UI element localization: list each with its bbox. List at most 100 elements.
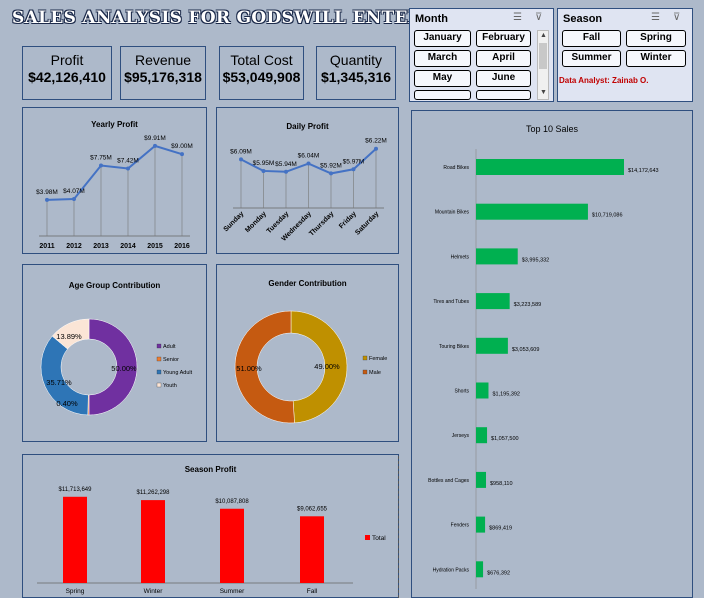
slicer-scrollbar[interactable]: ▲ ▼ — [537, 30, 549, 100]
legend-swatch — [156, 382, 162, 388]
data-label: $3,053,609 — [512, 347, 540, 353]
data-label: $6.22M — [365, 138, 387, 145]
tick-label: Fenders — [451, 523, 470, 529]
data-label: $10,719,086 — [592, 213, 623, 219]
multi-select-icon[interactable]: ☰ — [651, 12, 660, 23]
data-point — [284, 169, 288, 174]
slicer-item-partial[interactable] — [476, 90, 531, 100]
data-point — [351, 167, 356, 172]
data-label: $11,713,649 — [59, 487, 93, 493]
data-point — [72, 197, 76, 201]
legend-label: Young Adult — [163, 370, 193, 376]
legend-swatch — [362, 355, 368, 361]
data-label: $5.97M — [343, 158, 365, 165]
bar — [476, 337, 508, 354]
kpi-label: Revenue — [134, 52, 192, 68]
slicer-item-january[interactable]: January — [414, 30, 471, 47]
kpi-card-total-cost: Total Cost $53,049,908 — [219, 46, 304, 100]
kpi-label: Quantity — [329, 52, 383, 68]
legend-label: Total — [372, 535, 386, 542]
tick-label: Road Bikes — [443, 165, 469, 171]
slicer-item-winter[interactable]: Winter — [626, 50, 686, 67]
tick-label: Mountain Bikes — [435, 210, 470, 216]
data-point — [239, 157, 243, 162]
kpi-value: $1,345,316 — [320, 69, 392, 85]
slicer-item-spring[interactable]: Spring — [626, 30, 686, 47]
data-point — [99, 163, 103, 168]
multi-select-icon[interactable]: ☰ — [513, 12, 522, 23]
data-label: $6.04M — [298, 153, 320, 160]
divider — [398, 456, 399, 598]
tick-label: Shorts — [455, 389, 470, 395]
season-profit-panel: Season Profit $11,713,649 Spring $11,262,2… — [22, 454, 399, 598]
data-label: $676,392 — [487, 570, 510, 576]
tick-label: 2016 — [174, 243, 190, 250]
data-label: $1,057,500 — [491, 436, 519, 442]
data-label: $9.00M — [171, 143, 193, 150]
bar — [141, 500, 165, 583]
data-label: 50.00% — [111, 364, 137, 373]
tick-label: Fall — [307, 588, 318, 595]
slicer-item-april[interactable]: April — [476, 50, 531, 67]
data-label: $3.98M — [36, 189, 58, 196]
bar — [476, 561, 484, 578]
kpi-value: $42,126,410 — [28, 69, 106, 85]
slicer-item-march[interactable]: March — [414, 50, 471, 67]
data-point — [126, 166, 130, 171]
dashboard-title: SALES ANALYSIS FOR GODSWILL ENTERPRISE — [12, 8, 484, 28]
tick-label: Touring Bikes — [439, 344, 470, 350]
data-label: $6.09M — [230, 148, 252, 155]
yearly-profit-chart: $3.98M 2011 $4.07M 2012 $7.75M 2013 $7.42M 2014… — [36, 135, 193, 250]
bar — [476, 427, 488, 444]
data-point — [153, 143, 157, 148]
tick-label: Summer — [220, 588, 245, 595]
bar — [476, 248, 518, 265]
tick-label: 2013 — [93, 243, 109, 250]
data-label: $869,419 — [489, 526, 512, 532]
clear-filter-icon[interactable]: ⊽ — [673, 12, 680, 23]
bar — [220, 508, 244, 583]
slicer-item-may[interactable]: May — [414, 70, 471, 87]
gender-panel: Gender Contribution 49.00% 51.00% Female Ma… — [216, 264, 399, 442]
slicer-item-february[interactable]: February — [476, 30, 531, 47]
tick-label: 2011 — [39, 243, 54, 250]
legend-label: Male — [369, 370, 381, 376]
data-label: $14,172,643 — [628, 168, 659, 174]
tick-label: 2015 — [147, 243, 163, 250]
bar — [476, 471, 487, 488]
slicer-item-june[interactable]: June — [476, 70, 531, 87]
tick-label: Monday — [244, 210, 268, 234]
slicer-item-summer[interactable]: Summer — [562, 50, 621, 67]
bar — [476, 382, 489, 399]
clear-filter-icon[interactable]: ⊽ — [535, 12, 542, 23]
tick-label: Helmets — [451, 254, 470, 260]
tick-label: Winter — [144, 588, 164, 595]
top10-sales-chart: Road Bikes $14,172,643 Mountain Bikes $10,7… — [428, 149, 659, 589]
gender-chart: 49.00% 51.00% Female Male — [234, 310, 387, 424]
scroll-up-icon[interactable]: ▲ — [540, 32, 547, 39]
legend-label: Female — [369, 356, 387, 362]
slicer-item-partial[interactable] — [414, 90, 471, 100]
scroll-thumb[interactable] — [539, 43, 547, 69]
tick-label: Sunday — [223, 210, 246, 233]
bar — [476, 293, 510, 310]
tick-label: Saturday — [354, 210, 380, 236]
scroll-down-icon[interactable]: ▼ — [540, 89, 547, 96]
daily-profit-chart: $6.09MSunday$5.95MMonday$5.94MTuesday$6.… — [223, 138, 387, 243]
kpi-label: Total Cost — [230, 52, 293, 68]
legend-label: Adult — [163, 344, 176, 350]
data-point — [45, 197, 49, 202]
month-slicer: Month ☰ ⊽ January February March April M… — [409, 8, 554, 102]
data-label: 51.00% — [236, 364, 262, 373]
top10-sales-panel: Top 10 Sales Road Bikes $14,172,643 Mounta… — [411, 110, 693, 598]
legend-label: Youth — [163, 383, 177, 389]
data-label: $5.92M — [320, 162, 342, 169]
data-label: $9.91M — [144, 135, 166, 142]
tick-label: Thursday — [308, 210, 335, 237]
tick-label: Bottles and Cages — [428, 478, 469, 484]
data-label: 0.40% — [56, 399, 78, 408]
slicer-title: Season — [563, 13, 603, 25]
yearly-profit-panel: Yearly Profit $3.98M 2011 $4.07M 2012 $7.75M… — [22, 107, 207, 254]
slicer-item-fall[interactable]: Fall — [562, 30, 621, 47]
data-label: $5.95M — [253, 160, 275, 167]
